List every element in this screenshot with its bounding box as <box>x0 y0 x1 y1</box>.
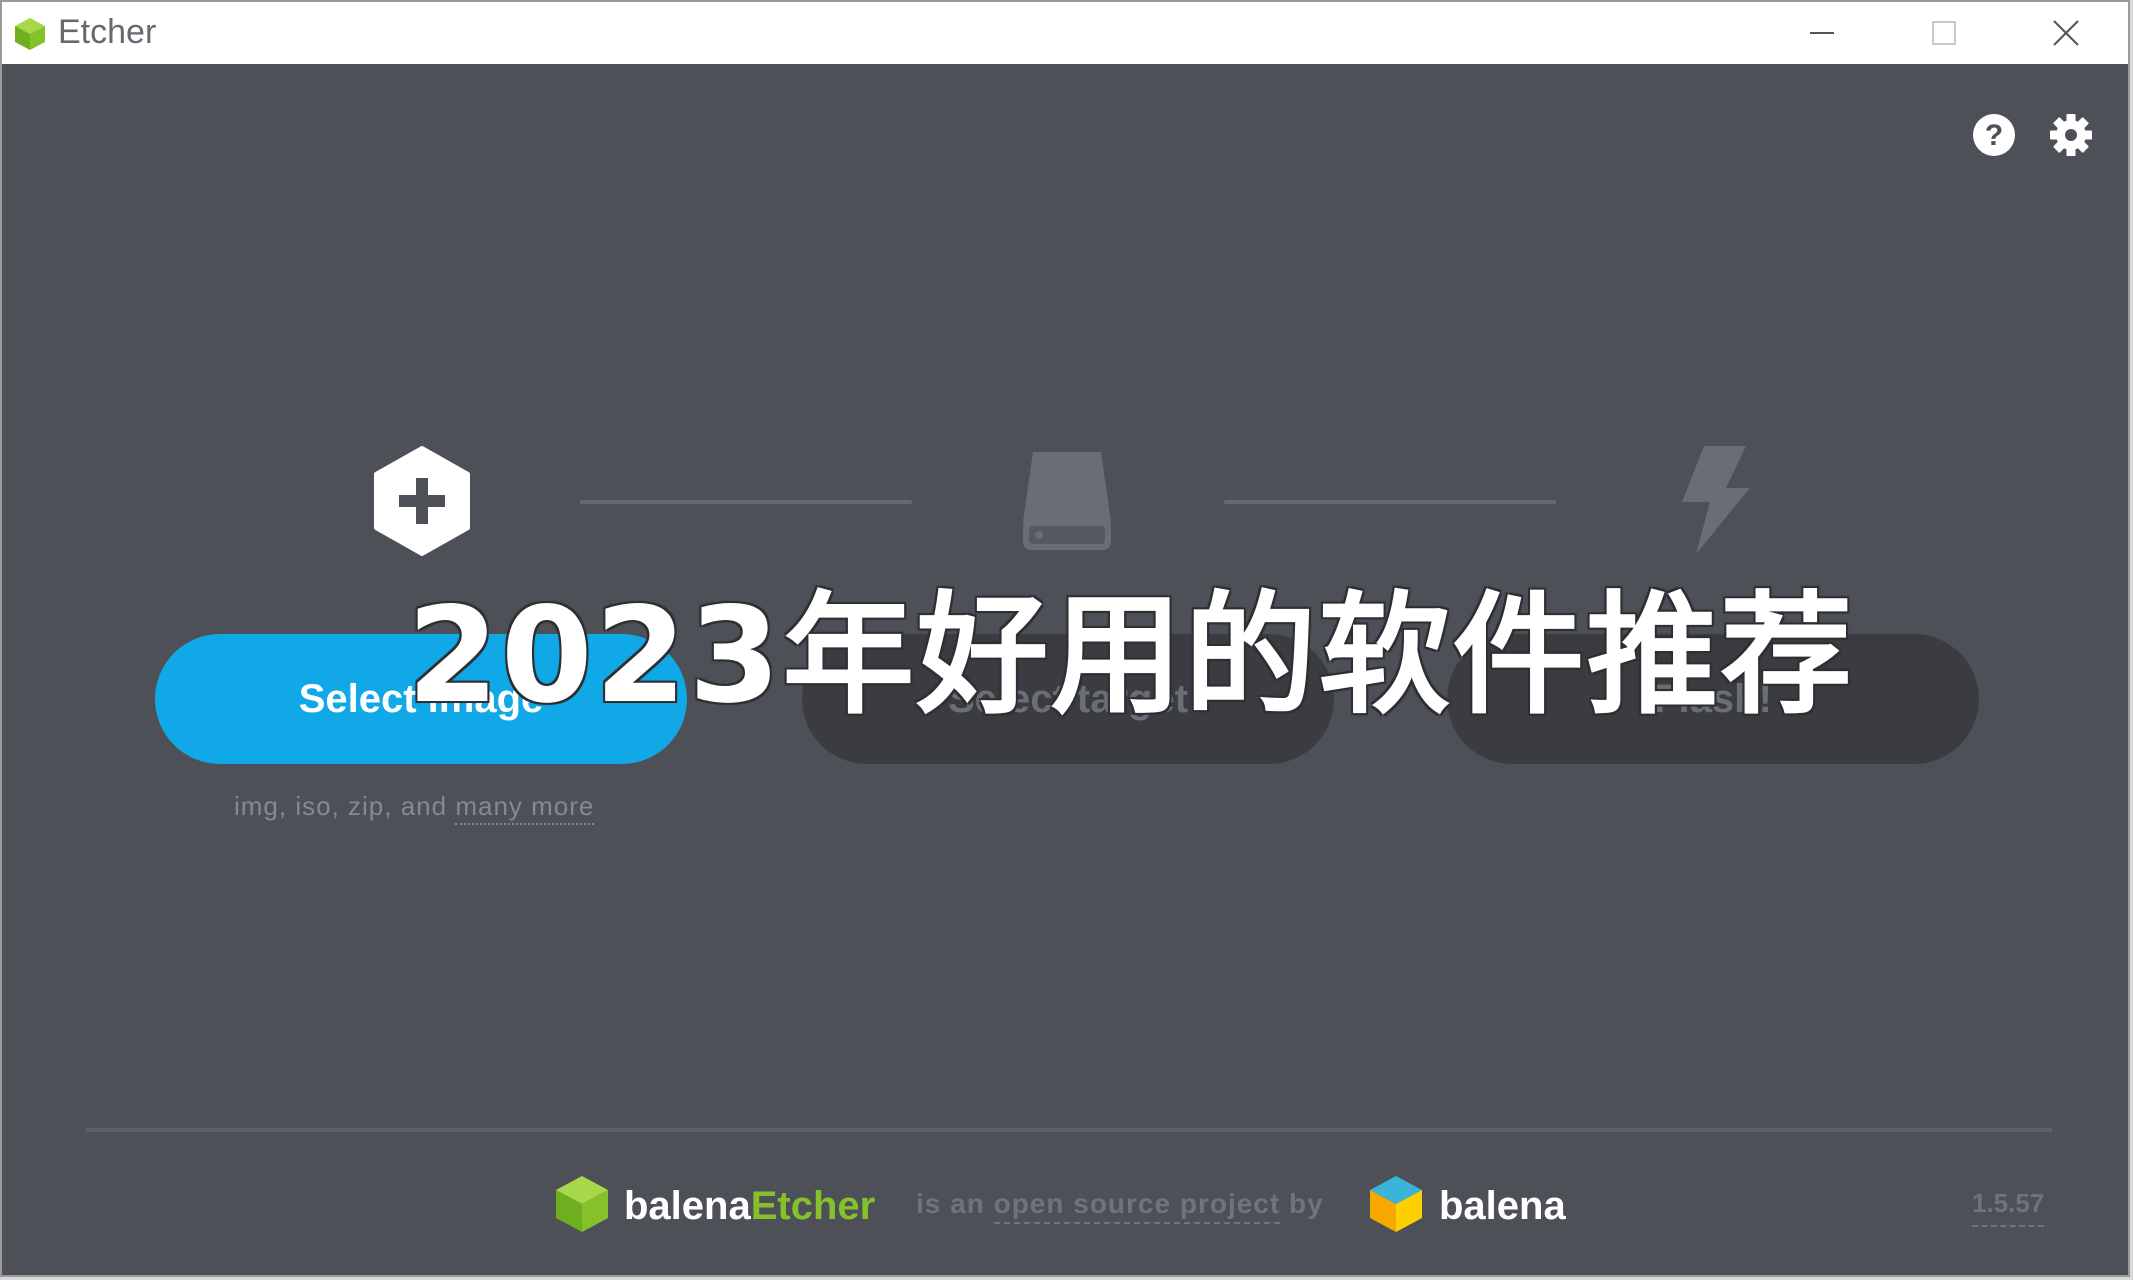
etcher-window: Etcher ? Select image Select target Flas… <box>0 0 2130 1277</box>
open-source-link[interactable]: open source project <box>993 1188 1281 1224</box>
step-connector-2 <box>1224 500 1556 504</box>
gear-icon[interactable] <box>2048 112 2094 158</box>
supported-formats-hint: img, iso, zip, and many more <box>234 791 595 825</box>
etcher-cube-icon <box>15 18 45 50</box>
window-title: Etcher <box>58 13 157 51</box>
plus-hexagon-icon <box>374 446 470 556</box>
footer-tagline: is an open source project by <box>916 1188 1324 1224</box>
footer-divider <box>86 1128 2052 1132</box>
hint-prefix: img, iso, zip, and <box>234 791 448 821</box>
brand-suffix: Etcher <box>750 1184 876 1228</box>
tagline-prefix: is an <box>916 1188 985 1219</box>
close-icon <box>2053 20 2079 46</box>
drive-icon <box>1023 452 1111 550</box>
flash-icon <box>1682 446 1750 554</box>
balena-brand[interactable]: balena <box>1439 1184 1566 1229</box>
maximize-button[interactable] <box>1885 2 2003 64</box>
overlay-caption: 2023年好用的软件推荐 <box>407 579 1855 733</box>
main-content: ? Select image Select target Flash! img,… <box>2 64 2128 1275</box>
svg-text:?: ? <box>1985 119 2003 152</box>
step-connector-1 <box>580 500 912 504</box>
balena-etcher-brand[interactable]: balenaEtcher <box>624 1184 875 1229</box>
minimize-icon <box>1810 32 1834 34</box>
minimize-button[interactable] <box>1763 2 1881 64</box>
balena-etcher-logo-icon[interactable] <box>554 1174 610 1234</box>
balena-logo-icon[interactable] <box>1368 1174 1424 1234</box>
brand-prefix: balena <box>624 1184 751 1228</box>
tagline-suffix: by <box>1289 1188 1324 1219</box>
help-icon[interactable]: ? <box>1971 112 2017 158</box>
maximize-icon <box>1932 21 1956 45</box>
title-bar[interactable]: Etcher <box>2 2 2128 64</box>
close-button[interactable] <box>2007 2 2125 64</box>
version-label[interactable]: 1.5.57 <box>1972 1188 2045 1227</box>
many-more-link[interactable]: many more <box>455 791 595 825</box>
